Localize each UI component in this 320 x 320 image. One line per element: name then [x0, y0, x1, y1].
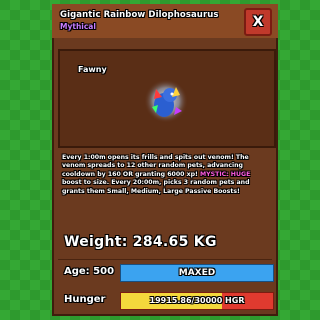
description-line-2: boost to size. Every 20:00m, picks 3 ran…: [62, 179, 250, 195]
pet-model-icon: [144, 79, 188, 123]
close-button[interactable]: X: [244, 8, 272, 36]
divider: [58, 259, 272, 260]
hunger-progress-bar: 19915.86/30000 HGR: [120, 292, 274, 310]
pet-info-panel: Gigantic Rainbow Dilophosaurus Mythical …: [52, 4, 278, 316]
description-highlight: MYSTIC: HUGE: [200, 170, 251, 178]
panel-header: Gigantic Rainbow Dilophosaurus Mythical …: [52, 4, 278, 38]
rarity-label: Mythical: [60, 22, 96, 31]
age-label: Age: 500: [64, 266, 115, 277]
pet-viewport: Fawny: [58, 49, 276, 148]
pet-name-label: Fawny: [78, 65, 107, 74]
age-progress-text: MAXED: [178, 268, 216, 278]
description-box: Every 1:00m opens its frills and spits o…: [58, 152, 272, 226]
weight-label: Weight: 284.65 KG: [64, 234, 217, 250]
pet-title: Gigantic Rainbow Dilophosaurus: [60, 10, 219, 20]
hunger-progress-text: 19915.86/30000 HGR: [149, 296, 245, 305]
hunger-label: Hunger: [64, 294, 106, 305]
ability-description: Every 1:00m opens its frills and spits o…: [62, 154, 270, 196]
age-progress-bar: MAXED: [120, 264, 274, 282]
